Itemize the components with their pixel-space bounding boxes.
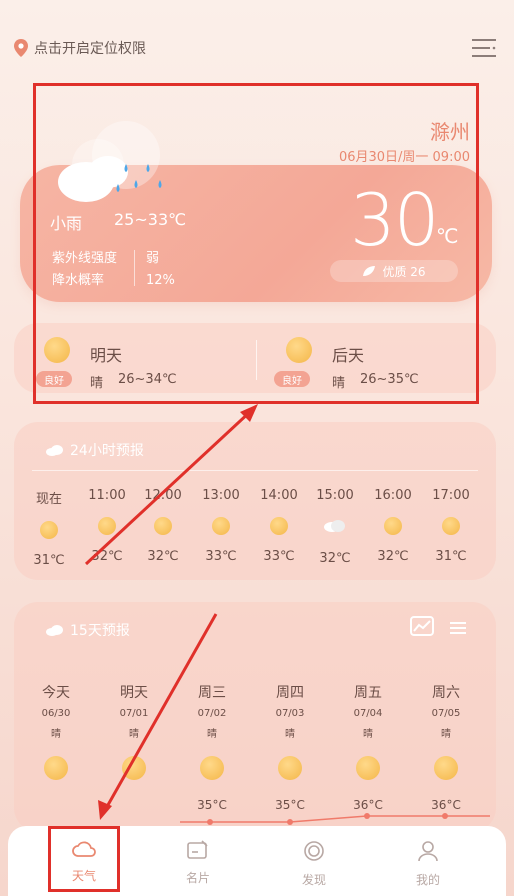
nav-label: 我的: [415, 873, 440, 887]
annotation-arrows: [84, 404, 258, 820]
user-icon: [398, 840, 458, 865]
nav-highlight-box: [48, 826, 120, 892]
nav-user[interactable]: 我的: [398, 840, 458, 888]
nav-label: 发现: [301, 873, 326, 887]
nav-label: 名片: [185, 871, 210, 885]
card-icon: [168, 840, 228, 863]
nav-card[interactable]: 名片: [168, 840, 228, 886]
nav-discover[interactable]: 发现: [284, 840, 344, 888]
discover-icon: [284, 840, 344, 865]
